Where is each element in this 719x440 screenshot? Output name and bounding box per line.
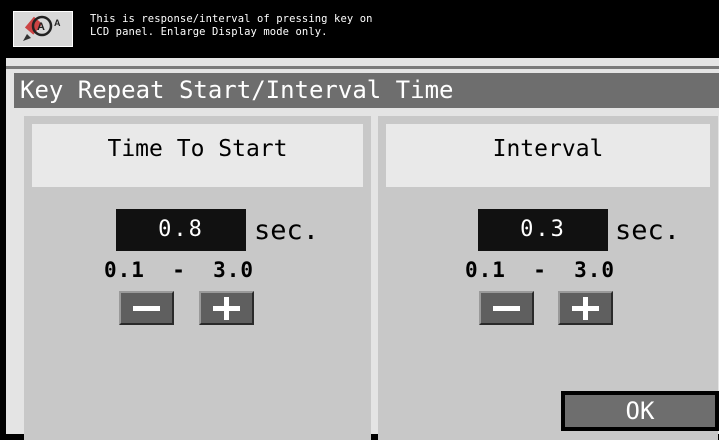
message-line-1: This is response/interval of pressing ke…: [90, 13, 373, 25]
svg-text:A: A: [54, 18, 61, 28]
interval-range: 0.1 - 3.0: [465, 258, 616, 282]
accessibility-zoom-icon[interactable]: A A: [13, 11, 73, 47]
plus-icon-vertical: [224, 297, 229, 320]
minus-icon: [133, 306, 160, 311]
time-to-start-range: 0.1 - 3.0: [104, 258, 255, 282]
time-to-start-value[interactable]: 0.8: [116, 209, 246, 251]
time-to-start-decrement-button[interactable]: [119, 291, 174, 325]
ok-button-label: OK: [565, 395, 715, 427]
message-bar: A A This is response/interval of pressin…: [0, 0, 719, 58]
page-title: Key Repeat Start/Interval Time: [14, 73, 719, 108]
message-text: This is response/interval of pressing ke…: [90, 13, 373, 39]
title-rule: [6, 66, 719, 69]
plus-icon-vertical: [583, 297, 588, 320]
time-to-start-header: Time To Start: [32, 124, 363, 187]
time-to-start-increment-button[interactable]: [199, 291, 254, 325]
interval-unit: sec.: [615, 215, 681, 246]
interval-decrement-button[interactable]: [479, 291, 534, 325]
time-to-start-unit: sec.: [254, 215, 320, 246]
interval-increment-button[interactable]: [558, 291, 613, 325]
minus-icon: [493, 306, 520, 311]
svg-text:A: A: [37, 21, 45, 33]
time-to-start-group: Time To Start 0.8 sec. 0.1 - 3.0: [24, 116, 371, 440]
interval-header: Interval: [386, 124, 710, 187]
ok-button[interactable]: OK: [561, 391, 719, 431]
message-line-2: LCD panel. Enlarge Display mode only.: [90, 26, 328, 38]
settings-panel: Key Repeat Start/Interval Time Time To S…: [0, 58, 719, 440]
interval-value[interactable]: 0.3: [478, 209, 608, 251]
